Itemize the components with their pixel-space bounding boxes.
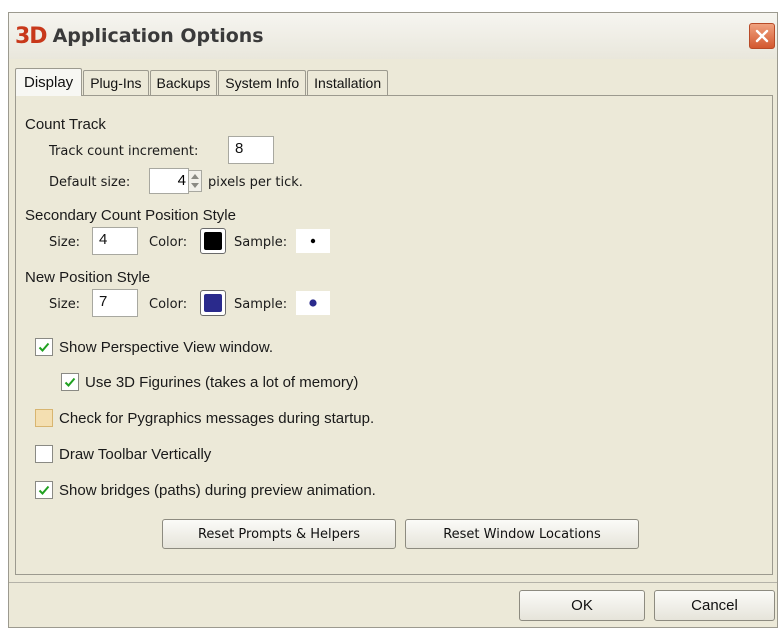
new-color-button[interactable] [200,290,226,316]
new-size-input[interactable]: 7 [92,289,138,317]
default-size-label: Default size: [49,175,131,190]
perspective-view-checkbox[interactable] [35,338,53,356]
close-button[interactable] [749,23,775,49]
checkmark-icon [38,342,50,352]
secondary-style-heading: Secondary Count Position Style [25,207,236,224]
show-bridges-label: Show bridges (paths) during preview anim… [59,481,376,499]
display-panel: Count Track Track count increment: 8 Def… [15,95,773,575]
checkmark-icon [64,377,76,387]
show-bridges-checkbox[interactable] [35,481,53,499]
new-color-label: Color: [149,297,188,312]
tab-display[interactable]: Display [15,68,83,96]
toolbar-vertical-checkbox[interactable] [35,445,53,463]
title-bar[interactable]: 3D Application Options [9,13,777,59]
checkmark-icon [38,485,50,495]
cancel-button[interactable]: Cancel [654,590,775,621]
reset-prompts-button[interactable]: Reset Prompts & Helpers [162,519,396,549]
new-sample-label: Sample: [234,297,288,312]
secondary-size-label: Size: [49,235,81,250]
3d-figurines-checkbox[interactable] [61,373,79,391]
option-show-bridges[interactable]: Show bridges (paths) during preview anim… [35,481,376,499]
tab-plug-ins[interactable]: Plug-Ins [83,70,149,95]
perspective-view-label: Show Perspective View window. [59,338,273,356]
tab-installation[interactable]: Installation [307,70,389,95]
secondary-sample-preview [296,229,330,253]
secondary-sample-label: Sample: [234,235,288,250]
new-sample-preview [296,291,330,315]
footer-divider [9,582,777,583]
spinner-arrows-icon [191,174,199,188]
secondary-color-swatch [204,232,222,250]
track-count-increment-input[interactable]: 8 [228,136,274,164]
options-dialog: 3D Application Options Display Plug-Ins … [8,12,778,628]
secondary-color-label: Color: [149,235,188,250]
new-color-swatch [204,294,222,312]
app-logo: 3D [15,23,48,49]
secondary-sample-dot-icon [310,238,316,244]
track-count-increment-label: Track count increment: [49,144,199,159]
close-icon [755,29,769,43]
pygraphics-messages-label: Check for Pygraphics messages during sta… [59,409,375,427]
option-3d-figurines[interactable]: Use 3D Figurines (takes a lot of memory) [61,373,358,391]
default-size-spinner[interactable] [188,170,202,192]
tab-backups[interactable]: Backups [149,70,218,95]
toolbar-vertical-label: Draw Toolbar Vertically [59,445,212,463]
ok-button[interactable]: OK [519,590,645,621]
new-style-heading: New Position Style [25,269,151,286]
reset-window-locations-button[interactable]: Reset Window Locations [405,519,639,549]
option-toolbar-vertical[interactable]: Draw Toolbar Vertically [35,445,211,463]
option-pygraphics-messages[interactable]: Check for Pygraphics messages during sta… [35,409,374,427]
new-size-label: Size: [49,297,81,312]
count-track-heading: Count Track [25,116,106,133]
tab-strip: Display Plug-Ins Backups System Info Ins… [15,67,389,96]
option-perspective-view[interactable]: Show Perspective View window. [35,338,273,356]
pygraphics-messages-checkbox[interactable] [35,409,53,427]
new-sample-dot-icon [309,299,317,307]
default-size-units: pixels per tick. [208,175,303,190]
3d-figurines-label: Use 3D Figurines (takes a lot of memory) [85,373,359,391]
tab-system-info[interactable]: System Info [218,70,307,95]
secondary-size-input[interactable]: 4 [92,227,138,255]
default-size-input[interactable]: 4 [149,168,189,194]
dialog-title: Application Options [52,25,264,47]
secondary-color-button[interactable] [200,228,226,254]
